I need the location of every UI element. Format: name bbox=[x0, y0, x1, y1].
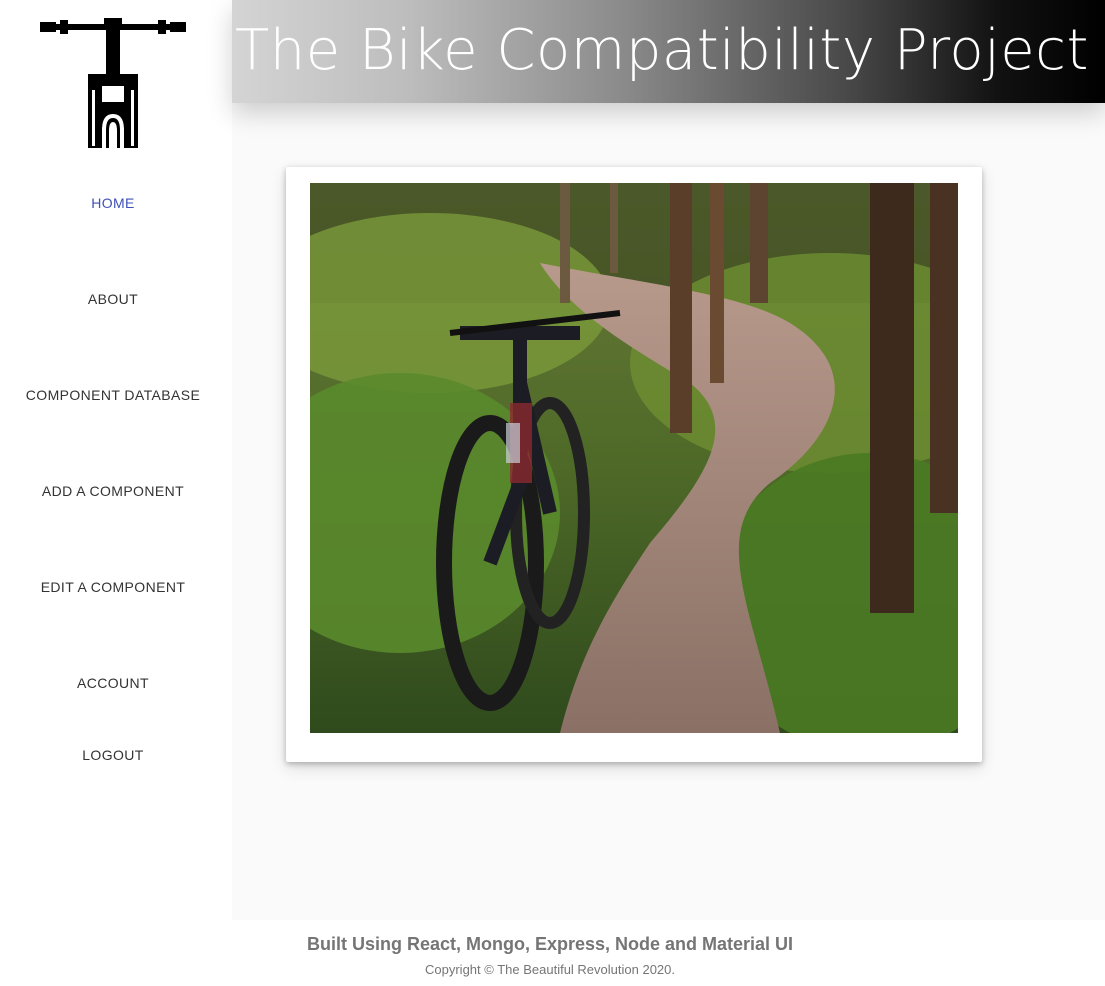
footer-built-with: Built Using React, Mongo, Express, Node … bbox=[306, 934, 794, 954]
page-header: The Bike Compatibility Project bbox=[232, 0, 1105, 103]
main-content: The Bike Compatibility Project bbox=[232, 0, 1105, 920]
hero-photo bbox=[310, 183, 958, 733]
bike-fork-logo-icon[interactable] bbox=[40, 18, 186, 152]
nav-item-account[interactable]: ACCOUNT bbox=[0, 675, 226, 691]
nav-item-about[interactable]: ABOUT bbox=[0, 291, 226, 307]
hero-card bbox=[286, 167, 982, 762]
nav-item-edit-component[interactable]: EDIT A COMPONENT bbox=[0, 579, 226, 595]
sidebar: HOME ABOUT COMPONENT DATABASE ADD A COMP… bbox=[0, 0, 232, 920]
nav-item-logout[interactable]: LOGOUT bbox=[0, 747, 226, 763]
nav-item-home[interactable]: HOME bbox=[0, 195, 226, 211]
nav-item-component-database[interactable]: COMPONENT DATABASE bbox=[0, 387, 226, 403]
page-title: The Bike Compatibility Project bbox=[235, 18, 1089, 83]
nav-item-add-component[interactable]: ADD A COMPONENT bbox=[0, 483, 226, 499]
footer-copyright: Copyright © The Beautiful Revolution 202… bbox=[425, 962, 675, 977]
